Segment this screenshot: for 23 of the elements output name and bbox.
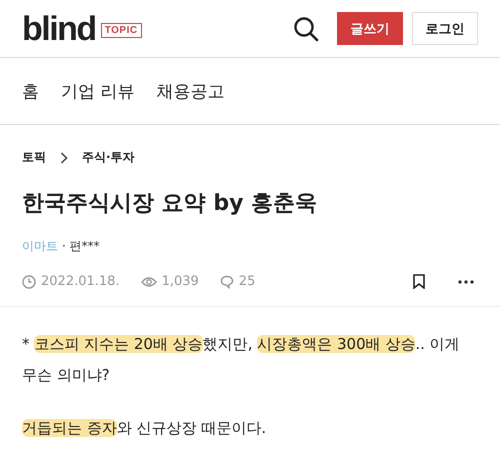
topic-badge: TOPIC bbox=[100, 23, 142, 38]
login-button[interactable]: 로그인 bbox=[412, 12, 478, 45]
breadcrumb-link[interactable]: 주식·투자 bbox=[82, 149, 135, 166]
nav-link[interactable]: 홈 bbox=[22, 80, 39, 102]
breadcrumb-link[interactable]: 토픽 bbox=[22, 149, 46, 166]
more-icon[interactable] bbox=[458, 280, 474, 284]
bookmark-icon[interactable] bbox=[413, 274, 425, 289]
clock-icon bbox=[22, 274, 36, 288]
logo[interactable]: blind bbox=[22, 12, 96, 46]
nav-link[interactable]: 기업 리뷰 bbox=[61, 80, 134, 102]
write-button[interactable]: 글쓰기 bbox=[337, 12, 403, 45]
post-paragraph: 거듭되는 증자와 신규상장 때문이다. bbox=[22, 418, 268, 439]
post-title: 한국주식시장 요약 by 홍춘욱 bbox=[22, 190, 318, 218]
comment-count: 25 bbox=[238, 274, 256, 289]
comment-icon bbox=[220, 274, 234, 288]
eye-icon bbox=[140, 276, 157, 288]
nav-link[interactable]: 채용공고 bbox=[156, 80, 224, 102]
search-icon[interactable] bbox=[293, 16, 319, 42]
post-date: 2022.01.18. bbox=[41, 274, 120, 289]
author-name: · 편*** bbox=[62, 238, 100, 255]
view-count: 1,039 bbox=[162, 274, 199, 289]
post-paragraph: * 코스피 지수는 20배 상승했지만, 시장총액은 300배 상승.. 이게 무슨 의미냐? bbox=[22, 334, 461, 386]
chevron-right-icon bbox=[60, 152, 68, 164]
